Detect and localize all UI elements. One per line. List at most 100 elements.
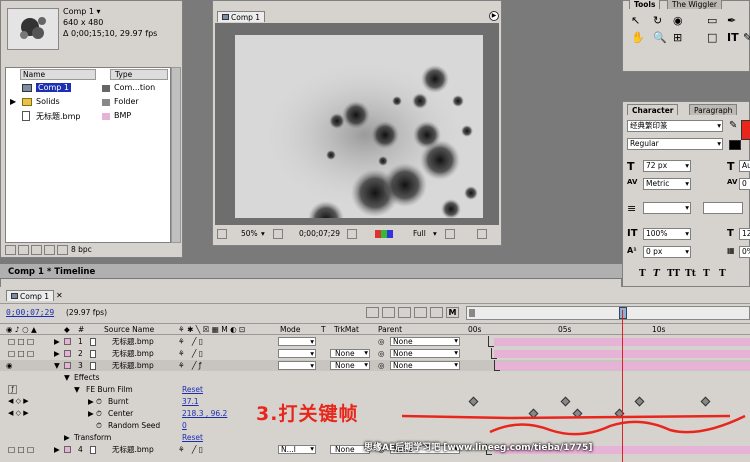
expand-triangle-icon[interactable]: ▶ bbox=[88, 396, 94, 407]
label-color-swatch[interactable] bbox=[64, 446, 71, 453]
baseline-shift-field[interactable]: 0 px ▾ bbox=[643, 246, 691, 258]
tab-paragraph[interactable]: Paragraph bbox=[689, 104, 738, 115]
keyframe-navigator[interactable]: ◀ ◇ ▶ bbox=[8, 396, 29, 407]
mode-dropdown[interactable]: ▾ bbox=[278, 337, 316, 346]
vertical-scale-field[interactable]: 100% ▾ bbox=[643, 228, 691, 240]
graph-editor-icon[interactable]: M bbox=[446, 307, 459, 318]
expand-triangle-icon[interactable]: ▶ bbox=[54, 336, 60, 347]
trkmat-chevron-down-icon[interactable]: ▾ bbox=[364, 361, 368, 369]
keyframe-navigator[interactable]: ◀ ◇ ▶ bbox=[8, 408, 29, 419]
mask-tool-icon[interactable]: ▭ bbox=[707, 14, 717, 28]
superscript-button[interactable]: T bbox=[703, 269, 710, 279]
pen-tool-icon[interactable]: ✒ bbox=[727, 14, 736, 28]
comp-viewer[interactable] bbox=[215, 23, 499, 225]
font-chevron-down-icon[interactable]: ▾ bbox=[717, 121, 721, 131]
expand-triangle-icon[interactable]: ▶ bbox=[10, 97, 16, 106]
label-color-swatch[interactable] bbox=[64, 362, 71, 369]
font-size-field[interactable]: 72 px ▾ bbox=[643, 160, 691, 172]
resolution-chevron-down-icon[interactable]: ▾ bbox=[433, 228, 437, 240]
effect-reset-link[interactable]: Reset bbox=[182, 384, 203, 395]
list-item[interactable]: ▶ Solids Folder bbox=[8, 97, 170, 108]
list-item[interactable]: Comp 1 Com...tion bbox=[8, 83, 170, 94]
stopwatch-icon[interactable]: ⏱ bbox=[96, 396, 102, 407]
label-color-swatch[interactable] bbox=[64, 338, 71, 345]
style-chevron-down-icon[interactable]: ▾ bbox=[717, 139, 721, 149]
work-area-start-handle[interactable] bbox=[469, 309, 475, 317]
all-caps-button[interactable]: TT bbox=[667, 269, 680, 279]
pan-behind-tool-icon[interactable]: ⊞ bbox=[673, 31, 682, 45]
trash-icon[interactable] bbox=[44, 245, 55, 255]
parent-pickwhip-icon[interactable]: ◎ bbox=[378, 360, 385, 371]
eyedropper-icon[interactable]: ✎ bbox=[729, 120, 737, 131]
parent-chevron-down-icon[interactable]: ▾ bbox=[454, 349, 458, 357]
parent-chevron-down-icon[interactable]: ▾ bbox=[454, 337, 458, 345]
new-comp-icon[interactable] bbox=[31, 245, 42, 255]
resolution-dropdown[interactable]: Full bbox=[413, 228, 426, 240]
parent-dropdown[interactable]: None ▾ bbox=[390, 361, 460, 370]
expand-triangle-icon[interactable]: ▶ bbox=[88, 408, 94, 419]
tab-comp[interactable]: Comp 1 bbox=[217, 11, 266, 22]
work-area-bar[interactable] bbox=[466, 306, 750, 320]
draft-3d-icon[interactable] bbox=[398, 307, 411, 318]
seed-value[interactable]: 0 bbox=[182, 420, 187, 431]
snapshot-icon[interactable] bbox=[347, 229, 357, 239]
trkmat-dropdown[interactable]: None ▾ bbox=[330, 361, 370, 370]
fill-color-swatch[interactable] bbox=[741, 120, 750, 140]
layer-switches[interactable]: ⚘ ╱ ▯ bbox=[178, 444, 203, 455]
faux-italic-button[interactable]: T bbox=[653, 269, 660, 279]
mode-chevron-down-icon[interactable]: ▾ bbox=[310, 336, 314, 347]
stroke-chevron-down-icon[interactable]: ▾ bbox=[685, 203, 689, 212]
parent-dropdown[interactable]: None ▾ bbox=[390, 349, 460, 358]
tab-character[interactable]: Character bbox=[627, 104, 679, 115]
layer-switches[interactable]: ⚘ ╱ ƒ bbox=[178, 360, 201, 371]
vscale-chevron-down-icon[interactable]: ▾ bbox=[685, 229, 689, 239]
mode-chevron-down-icon[interactable]: ▾ bbox=[310, 445, 314, 453]
effect-toggle-icon[interactable]: ƒ bbox=[8, 385, 17, 394]
current-time-indicator[interactable] bbox=[622, 336, 623, 462]
project-scrollbar[interactable] bbox=[171, 67, 181, 243]
video-switch-icon[interactable]: □ □ □ bbox=[8, 336, 34, 347]
stroke-width-field[interactable]: ▾ bbox=[643, 202, 691, 214]
mode-chevron-down-icon[interactable]: ▾ bbox=[310, 360, 314, 371]
kerning-chevron-down-icon[interactable]: ▾ bbox=[685, 179, 689, 189]
roi-icon[interactable] bbox=[445, 229, 455, 239]
tab-timeline-comp[interactable]: Comp 1 bbox=[6, 290, 55, 301]
transform-reset-link[interactable]: Reset bbox=[182, 432, 203, 443]
comp-name-label[interactable]: Comp 1 ▾ bbox=[63, 7, 101, 16]
font-family-dropdown[interactable]: 经典繁印篆 ▾ bbox=[627, 120, 723, 132]
stroke-style-field[interactable] bbox=[703, 202, 743, 214]
kerning-field[interactable]: Metric ▾ bbox=[643, 178, 691, 190]
comp-mini-flowchart-icon[interactable] bbox=[366, 307, 379, 318]
parent-pickwhip-icon[interactable]: ◎ bbox=[378, 336, 385, 347]
eye-icon[interactable]: ◉ bbox=[6, 360, 13, 371]
column-header-name[interactable]: Name bbox=[20, 69, 96, 80]
faux-bold-button[interactable]: T bbox=[639, 269, 646, 279]
brush-tool-icon[interactable]: ✎ bbox=[743, 31, 750, 45]
zoom-dropdown[interactable]: 50% bbox=[241, 228, 258, 240]
header-mode[interactable]: Mode bbox=[280, 324, 300, 335]
channels-icon[interactable] bbox=[375, 230, 393, 238]
hand-tool-icon[interactable]: ✋ bbox=[631, 31, 645, 45]
baseline-chevron-down-icon[interactable]: ▾ bbox=[685, 247, 689, 257]
center-value[interactable]: 218.3 , 96.2 bbox=[182, 408, 227, 419]
label-color-swatch[interactable] bbox=[64, 350, 71, 357]
tracking-field[interactable]: 0 bbox=[739, 178, 750, 190]
small-caps-button[interactable]: Tt bbox=[685, 269, 696, 279]
expand-triangle-icon[interactable]: ▶ bbox=[54, 348, 60, 359]
panel-menu-icon[interactable]: ▶ bbox=[489, 11, 499, 21]
tsume-field[interactable]: 0% bbox=[739, 246, 750, 258]
preview-toggle-icon[interactable] bbox=[217, 229, 227, 239]
size-chevron-down-icon[interactable]: ▾ bbox=[685, 161, 689, 171]
header-number[interactable]: # bbox=[78, 324, 84, 335]
collapse-triangle-icon[interactable]: ▼ bbox=[54, 360, 60, 371]
motion-blur-icon[interactable] bbox=[414, 307, 427, 318]
list-item[interactable]: 无标题.bmp BMP bbox=[8, 111, 170, 122]
font-style-dropdown[interactable]: Regular ▾ bbox=[627, 138, 723, 150]
parent-pickwhip-icon[interactable]: ◎ bbox=[378, 348, 385, 359]
tab-tools[interactable]: Tools bbox=[629, 0, 661, 9]
burnt-value[interactable]: 37.1 bbox=[182, 396, 199, 407]
rect-mask-tool-icon[interactable]: □ bbox=[707, 31, 717, 45]
bpc-button[interactable]: 8 bpc bbox=[71, 245, 92, 254]
subscript-button[interactable]: T bbox=[719, 269, 726, 279]
frame-blend-icon[interactable] bbox=[430, 307, 443, 318]
